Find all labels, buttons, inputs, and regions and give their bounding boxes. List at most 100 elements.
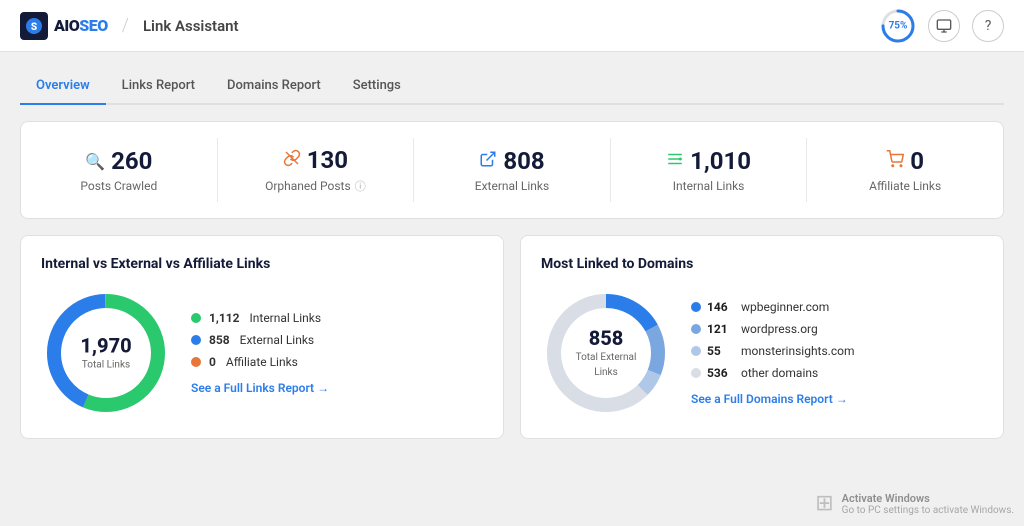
stat-affiliate-links: 0 Affiliate Links: [807, 138, 1003, 202]
legend-item-external: 858 External Links: [191, 333, 329, 347]
domains-chart-area: 858 Total External Links 146 wpbeginner.…: [541, 288, 983, 418]
page-title: Link Assistant: [143, 17, 239, 35]
wpbeginner-count: 146: [707, 300, 735, 314]
header-left: S AIOSEO / Link Assistant: [20, 12, 239, 40]
affiliate-links-number: 0: [910, 147, 924, 175]
legend-item-internal: 1,112 Internal Links: [191, 311, 329, 325]
affiliate-legend-label: Affiliate Links: [226, 355, 298, 369]
orphaned-posts-number: 130: [307, 146, 348, 174]
logo-svg: S: [24, 16, 44, 36]
activate-windows-text: Activate Windows: [842, 492, 1014, 505]
other-dot: [691, 368, 701, 378]
watermark-text: Activate Windows Go to PC settings to ac…: [842, 492, 1014, 516]
internal-svg: [666, 150, 684, 168]
external-count: 858: [209, 333, 230, 347]
links-donut-center: 1,970 Total Links: [80, 335, 131, 372]
help-button[interactable]: ?: [972, 10, 1004, 42]
links-total-number: 1,970: [80, 335, 131, 357]
stat-external-links: 808 External Links: [414, 138, 611, 202]
stats-bar: 🔍 260 Posts Crawled 130 Orpha: [20, 121, 1004, 219]
wordpress-dot: [691, 324, 701, 334]
progress-circle[interactable]: 75%: [880, 8, 916, 44]
domains-panel: Most Linked to Domains: [520, 235, 1004, 439]
domains-total-label: Total External Links: [576, 352, 637, 378]
logo: S AIOSEO: [20, 12, 108, 40]
activate-windows-sub: Go to PC settings to activate Windows.: [842, 505, 1014, 516]
internal-link-icon: [666, 150, 684, 172]
windows-icon: ⊞: [815, 491, 833, 516]
monsterinsights-dot: [691, 346, 701, 356]
bottom-panels: Internal vs External vs Affiliate Links: [20, 235, 1004, 439]
affiliate-count: 0: [209, 355, 216, 369]
search-icon: 🔍: [85, 152, 105, 171]
stat-top-posts: 🔍 260: [85, 147, 152, 175]
monsterinsights-count: 55: [707, 344, 735, 358]
stat-top-affiliate: 0: [886, 147, 924, 175]
external-links-label: External Links: [475, 179, 549, 193]
external-legend-label: External Links: [240, 333, 314, 347]
wordpress-name: wordpress.org: [741, 322, 818, 336]
header-right: 75% ?: [880, 8, 1004, 44]
domain-row-monsterinsights: 55 monsterinsights.com: [691, 344, 854, 358]
windows-watermark: ⊞ Activate Windows Go to PC settings to …: [815, 491, 1014, 516]
orphan-icon: [283, 149, 301, 171]
affiliate-icon: [886, 150, 904, 172]
links-panel: Internal vs External vs Affiliate Links: [20, 235, 504, 439]
monsterinsights-name: monsterinsights.com: [741, 344, 854, 358]
monitor-button[interactable]: [928, 10, 960, 42]
nav-tabs: Overview Links Report Domains Report Set…: [20, 68, 1004, 105]
links-legend: 1,112 Internal Links 858 External Links …: [191, 311, 329, 369]
logo-text: AIOSEO: [54, 16, 108, 35]
stat-posts-crawled: 🔍 260 Posts Crawled: [21, 138, 218, 202]
stat-internal-links: 1,010 Internal Links: [611, 138, 808, 202]
tab-settings[interactable]: Settings: [337, 68, 417, 105]
domains-list-area: 146 wpbeginner.com 121 wordpress.org 55: [691, 300, 854, 407]
orphan-svg: [283, 149, 301, 167]
tab-links-report[interactable]: Links Report: [106, 68, 211, 105]
question-icon: ?: [985, 18, 992, 34]
wpbeginner-name: wpbeginner.com: [741, 300, 829, 314]
stat-orphaned-posts: 130 Orphaned Posts ⓘ: [218, 138, 415, 202]
external-dot: [191, 335, 201, 345]
domain-list: 146 wpbeginner.com 121 wordpress.org 55: [691, 300, 854, 380]
legend-item-affiliate: 0 Affiliate Links: [191, 355, 329, 369]
links-legend-area: 1,112 Internal Links 858 External Links …: [191, 311, 329, 396]
domains-donut: 858 Total External Links: [541, 288, 671, 418]
wpbeginner-dot: [691, 302, 701, 312]
domain-row-wordpress: 121 wordpress.org: [691, 322, 854, 336]
app-header: S AIOSEO / Link Assistant 75%: [0, 0, 1024, 52]
domain-row-other: 536 other domains: [691, 366, 854, 380]
domain-row-wpbeginner: 146 wpbeginner.com: [691, 300, 854, 314]
monitor-icon: [936, 18, 952, 34]
posts-crawled-label: Posts Crawled: [80, 179, 157, 193]
domains-panel-title: Most Linked to Domains: [541, 256, 983, 272]
internal-legend-label: Internal Links: [250, 311, 322, 325]
external-svg: [479, 150, 497, 168]
internal-dot: [191, 313, 201, 323]
links-chart-area: 1,970 Total Links 1,112 Internal Links: [41, 288, 483, 418]
links-donut: 1,970 Total Links: [41, 288, 171, 418]
logo-icon: S: [20, 12, 48, 40]
orphaned-posts-label: Orphaned Posts ⓘ: [265, 178, 366, 194]
internal-count: 1,112: [209, 311, 240, 325]
affiliate-dot: [191, 357, 201, 367]
domains-total-number: 858: [574, 327, 639, 349]
affiliate-svg: [886, 150, 904, 168]
links-total-label: Total Links: [82, 360, 130, 371]
svg-text:S: S: [31, 22, 37, 33]
other-count: 536: [707, 366, 735, 380]
main-content: Overview Links Report Domains Report Set…: [0, 52, 1024, 455]
tab-overview[interactable]: Overview: [20, 68, 106, 105]
stat-top-internal: 1,010: [666, 147, 751, 175]
orphaned-info-icon[interactable]: ⓘ: [355, 178, 366, 194]
affiliate-links-label: Affiliate Links: [869, 179, 941, 193]
internal-links-number: 1,010: [690, 147, 751, 175]
wordpress-count: 121: [707, 322, 735, 336]
other-name: other domains: [741, 366, 818, 380]
tab-domains-report[interactable]: Domains Report: [211, 68, 337, 105]
internal-links-label: Internal Links: [673, 179, 745, 193]
full-domains-report-link[interactable]: See a Full Domains Report →: [691, 392, 848, 406]
stat-top-orphaned: 130: [283, 146, 348, 174]
links-panel-title: Internal vs External vs Affiliate Links: [41, 256, 483, 272]
full-links-report-link[interactable]: See a Full Links Report →: [191, 381, 329, 395]
